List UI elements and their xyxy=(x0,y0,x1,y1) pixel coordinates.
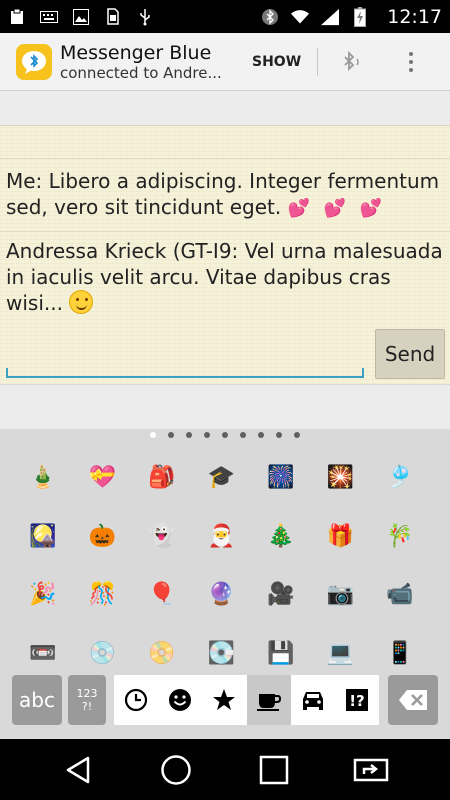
message-received: Andressa Krieck (GT-I9: Vel urna malesua… xyxy=(6,238,446,316)
emoji-key[interactable]: 🎇 xyxy=(311,449,371,508)
page-dot xyxy=(258,432,264,438)
emoji-key[interactable]: 🎉 xyxy=(13,566,73,625)
title-block: Messenger Blue connected to Andre... xyxy=(60,42,230,82)
navigation-bar xyxy=(0,739,450,800)
emoji-key[interactable]: 🎄 xyxy=(251,508,311,567)
show-button[interactable]: SHOW xyxy=(252,54,301,70)
emoji-key[interactable]: 🎅 xyxy=(192,508,252,567)
emoji-key[interactable]: 🎋 xyxy=(370,508,430,567)
image-icon xyxy=(72,8,90,26)
emoji-key[interactable]: 🎥 xyxy=(251,566,311,625)
usb-icon xyxy=(136,8,154,26)
page-dot xyxy=(222,432,228,438)
screen-share-icon[interactable] xyxy=(349,748,393,792)
emoji-key[interactable]: 🎐 xyxy=(370,449,430,508)
abc-key[interactable]: abc xyxy=(12,675,62,725)
system-icons: 12:17 xyxy=(261,6,442,28)
emoji-grid: 🎍 💝 🎒 🎓 🎆 🎇 🎐 🎑 🎃 👻 🎅 🎄 🎁 🎋 🎉 🎊 🎈 🔮 🎥 📷 📹 📼 💿 📀 💽 💾 💻 📱 xyxy=(13,449,443,683)
divider xyxy=(0,158,450,159)
star-icon[interactable] xyxy=(202,675,246,725)
clock: 12:17 xyxy=(387,5,442,28)
status-bar: 12:17 xyxy=(0,0,450,33)
recents-icon[interactable] xyxy=(252,748,296,792)
symbols-icon[interactable]: !? xyxy=(335,675,379,725)
emoji-category-bar: !? xyxy=(114,675,379,725)
notification-icons xyxy=(8,8,154,26)
svg-text:!?: !? xyxy=(349,692,365,710)
app-title: Messenger Blue xyxy=(60,41,212,64)
top-spacer xyxy=(0,91,450,126)
emoji-key[interactable]: 🎁 xyxy=(311,508,371,567)
message-input-edge xyxy=(362,368,364,377)
emoji-key[interactable]: 🎊 xyxy=(73,566,133,625)
page-dot xyxy=(186,432,192,438)
clipboard-icon xyxy=(8,8,26,26)
emoji-key[interactable]: 📹 xyxy=(370,566,430,625)
send-button[interactable]: Send xyxy=(375,329,445,379)
car-icon[interactable] xyxy=(291,675,335,725)
smile-emoji-icon xyxy=(69,290,94,314)
action-bar: Messenger Blue connected to Andre... SHO… xyxy=(0,33,450,91)
emoji-key[interactable]: 🎍 xyxy=(13,449,73,508)
page-dot xyxy=(276,432,282,438)
message-input-edge xyxy=(6,368,8,377)
message-input[interactable] xyxy=(6,376,364,378)
page-dot xyxy=(294,432,300,438)
home-icon[interactable] xyxy=(154,748,198,792)
chat-area[interactable]: Me: Libero a adipiscing. Integer ferment… xyxy=(0,126,450,384)
emoji-key[interactable]: 🎃 xyxy=(73,508,133,567)
emoji-key[interactable]: 🎆 xyxy=(251,449,311,508)
app-logo-icon[interactable] xyxy=(16,43,52,80)
emoji-key[interactable]: 📷 xyxy=(311,566,371,625)
emoji-key[interactable]: 🎈 xyxy=(132,566,192,625)
battery-charging-icon xyxy=(351,6,369,27)
sim-icon xyxy=(104,8,122,26)
wifi-icon xyxy=(291,8,310,26)
divider xyxy=(317,47,319,76)
connection-status: connected to Andre... xyxy=(60,63,222,82)
page-indicator xyxy=(0,432,450,438)
recent-icon[interactable] xyxy=(114,675,158,725)
emoji-key[interactable]: 💝 xyxy=(73,449,133,508)
emoji-key[interactable]: 🎑 xyxy=(13,508,73,567)
backspace-key[interactable] xyxy=(388,675,438,725)
page-dot xyxy=(150,432,156,438)
bluetooth-icon xyxy=(261,8,279,26)
bluetooth-action-icon[interactable] xyxy=(336,47,366,77)
page-dot xyxy=(204,432,210,438)
keyboard-bottom-row: abc 123 ?! !? xyxy=(0,673,450,731)
emoji-key[interactable]: 🎒 xyxy=(132,449,192,508)
bottom-spacer xyxy=(0,384,450,429)
back-icon[interactable] xyxy=(57,748,101,792)
coffee-icon[interactable] xyxy=(246,675,291,725)
hearts-emoji: 💕 💕 💕 xyxy=(287,198,387,219)
overflow-menu-icon[interactable] xyxy=(406,51,416,72)
page-dot xyxy=(168,432,174,438)
signal-icon xyxy=(321,8,340,26)
symbols-key[interactable]: 123 ?! xyxy=(68,675,106,725)
page-dot xyxy=(240,432,246,438)
emoji-key[interactable]: 🎓 xyxy=(192,449,252,508)
keyboard-icon xyxy=(40,8,58,26)
message-sent: Me: Libero a adipiscing. Integer ferment… xyxy=(6,168,446,222)
emoji-key[interactable]: 🔮 xyxy=(192,566,252,625)
emoji-key[interactable]: 👻 xyxy=(132,508,192,567)
divider xyxy=(0,231,450,232)
emoji-keyboard: 🎍 💝 🎒 🎓 🎆 🎇 🎐 🎑 🎃 👻 🎅 🎄 🎁 🎋 🎉 🎊 🎈 🔮 🎥 📷 📹 📼 💿 📀 💽 💾 💻 📱 abc 123 ?! xyxy=(0,429,450,739)
smiley-icon[interactable] xyxy=(158,675,202,725)
